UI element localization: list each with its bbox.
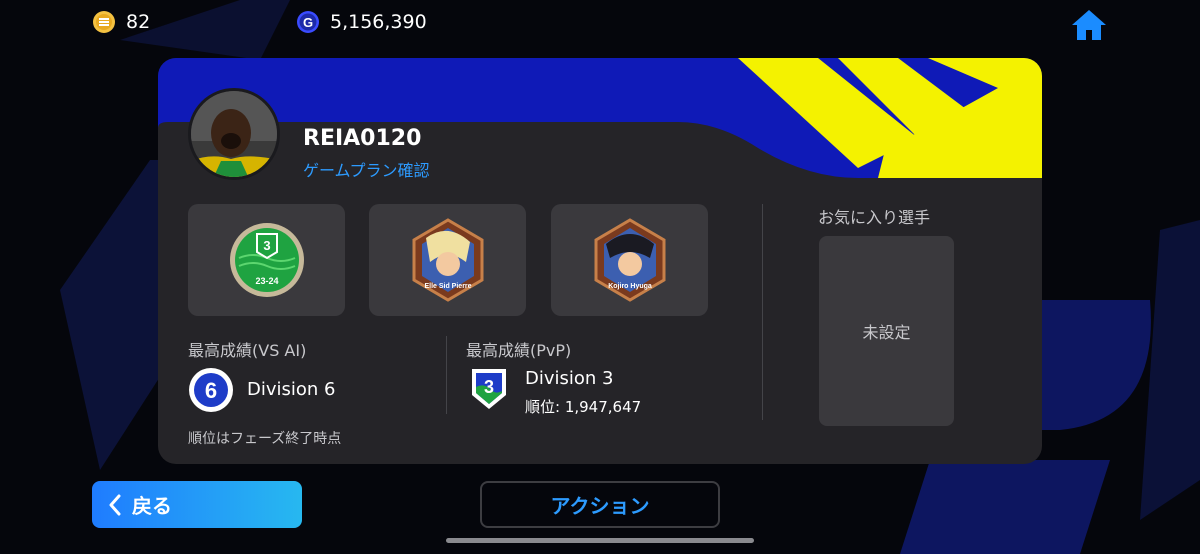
vs-ai-division: Division 6 xyxy=(247,379,336,400)
svg-text:G: G xyxy=(303,15,313,30)
record-divider xyxy=(446,336,447,414)
badge-slot-2[interactable]: Elle Sid Pierre xyxy=(369,204,526,316)
season-badge-label: 23-24 xyxy=(255,276,278,286)
gp-value: 5,156,390 xyxy=(330,11,427,33)
home-indicator[interactable] xyxy=(446,538,754,543)
action-button-label: アクション xyxy=(550,494,650,518)
svg-text:6: 6 xyxy=(205,378,217,403)
season-badge-number: 3 xyxy=(263,238,270,253)
gameplan-link[interactable]: ゲームプラン確認 xyxy=(303,157,430,181)
division-3-season-badge-icon: 3 23-24 xyxy=(229,223,304,297)
gp-balance: G 5,156,390 xyxy=(296,10,427,34)
back-button[interactable]: 戻る xyxy=(92,481,302,528)
username: REIA0120 xyxy=(303,126,422,151)
home-icon[interactable] xyxy=(1070,8,1108,42)
profile-header-banner xyxy=(158,58,1042,188)
pierre-badge-text: Elle Sid Pierre xyxy=(424,283,471,290)
player-avatar[interactable] xyxy=(188,88,280,180)
pvp-rank: 順位: 1,947,647 xyxy=(525,398,642,416)
rank-note: 順位はフェーズ終了時点 xyxy=(188,431,342,447)
division-6-icon: 6 xyxy=(189,368,233,412)
action-button[interactable]: アクション xyxy=(480,481,720,528)
chevron-left-icon xyxy=(109,494,121,515)
favorite-player-slot[interactable]: 未設定 xyxy=(819,236,954,426)
hyuga-badge-text: Kojiro Hyuga xyxy=(608,283,652,290)
favorite-divider xyxy=(762,204,763,420)
back-button-label: 戻る xyxy=(132,494,172,518)
pvp-division: Division 3 xyxy=(525,368,614,389)
coin-value: 82 xyxy=(126,11,151,33)
pierre-character-badge-icon: Elle Sid Pierre xyxy=(412,218,483,302)
svg-text:3: 3 xyxy=(484,377,494,397)
gp-icon: G xyxy=(297,11,319,33)
badge-slot-3[interactable]: Kojiro Hyuga xyxy=(551,204,708,316)
division-3-icon: 3 xyxy=(472,369,506,409)
favorite-player-title: お気に入り選手 xyxy=(818,208,931,227)
hyuga-character-badge-icon: Kojiro Hyuga xyxy=(594,218,665,302)
badge-slot-1[interactable]: 3 23-24 xyxy=(188,204,345,316)
profile-card: REIA0120 ゲームプラン確認 3 23-24 Elle Sid Pierr… xyxy=(158,58,1042,464)
favorite-player-empty-text: 未設定 xyxy=(862,323,911,342)
e-coin-icon xyxy=(93,11,115,33)
best-record-vs-ai-label: 最高成績(VS AI) xyxy=(188,341,307,360)
best-record-pvp-label: 最高成績(PvP) xyxy=(466,341,572,360)
coin-balance: 82 xyxy=(92,10,150,34)
